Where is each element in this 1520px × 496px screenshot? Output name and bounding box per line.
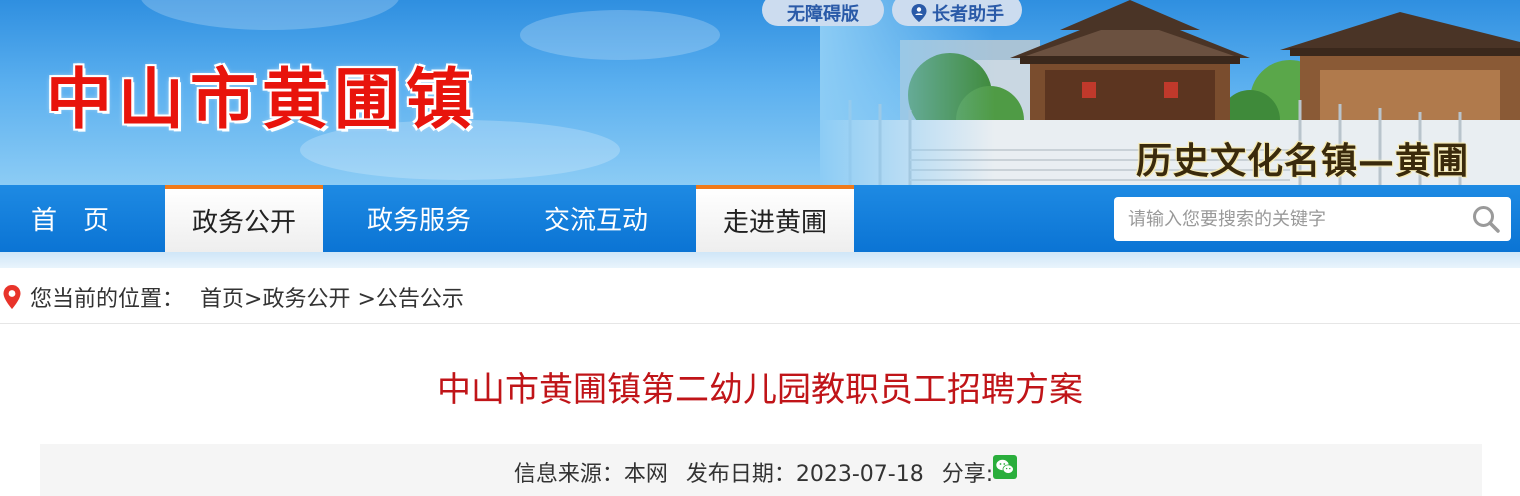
search-box — [1114, 197, 1511, 241]
divider — [0, 323, 1520, 324]
article-title: 中山市黄圃镇第二幼儿园教职员工招聘方案 — [437, 370, 1083, 410]
nav-item-about-huangpu[interactable]: 走进黄圃 — [696, 185, 854, 252]
search-input[interactable] — [1114, 197, 1461, 241]
banner-cloud — [140, 0, 400, 30]
article-meta-bar: 信息来源：本网 发布日期：2023-07-18 分享: — [40, 444, 1482, 496]
banner-slogan: 历史文化名镇—黄圃 — [1136, 140, 1470, 182]
nav-item-government-services[interactable]: 政务服务 — [340, 185, 498, 252]
article-publish-date: 发布日期：2023-07-18 — [685, 462, 924, 487]
nav-underline-strip — [0, 252, 1520, 268]
header-banner: 中山市黄圃镇 历史文化名镇—黄圃 无障碍版 长者助手 — [0, 0, 1520, 185]
breadcrumb-government-affairs-link[interactable]: >政务公开 — [244, 281, 350, 313]
nav-item-government-affairs[interactable]: 政务公开 — [165, 185, 323, 252]
article-source: 信息来源：本网 — [513, 462, 668, 487]
breadcrumb-label: 您当前的位置： — [30, 287, 185, 312]
site-title: 中山市黄圃镇 — [46, 60, 478, 138]
barrier-free-button[interactable]: 无障碍版 — [762, 0, 884, 26]
breadcrumb-home-link[interactable]: 首页 — [200, 281, 244, 313]
elderly-assistant-button[interactable]: 长者助手 — [892, 0, 1022, 26]
share-label: 分享: — [941, 462, 994, 487]
map-pin-icon — [3, 285, 21, 309]
breadcrumb-announcements-link[interactable]: >公告公示 — [350, 281, 463, 313]
search-icon — [1473, 206, 1500, 233]
breadcrumb: 您当前的位置： 首页 >政务公开 >公告公示 — [0, 276, 464, 318]
nav-item-home[interactable]: 首页 — [0, 185, 140, 252]
wechat-icon[interactable] — [993, 455, 1018, 479]
search-button[interactable] — [1461, 197, 1511, 241]
nav-item-interaction[interactable]: 交流互动 — [517, 185, 675, 252]
location-person-icon — [910, 3, 928, 23]
barrier-free-label: 无障碍版 — [787, 4, 859, 25]
banner-cloud — [520, 10, 720, 60]
elderly-assistant-label: 长者助手 — [932, 4, 1004, 25]
